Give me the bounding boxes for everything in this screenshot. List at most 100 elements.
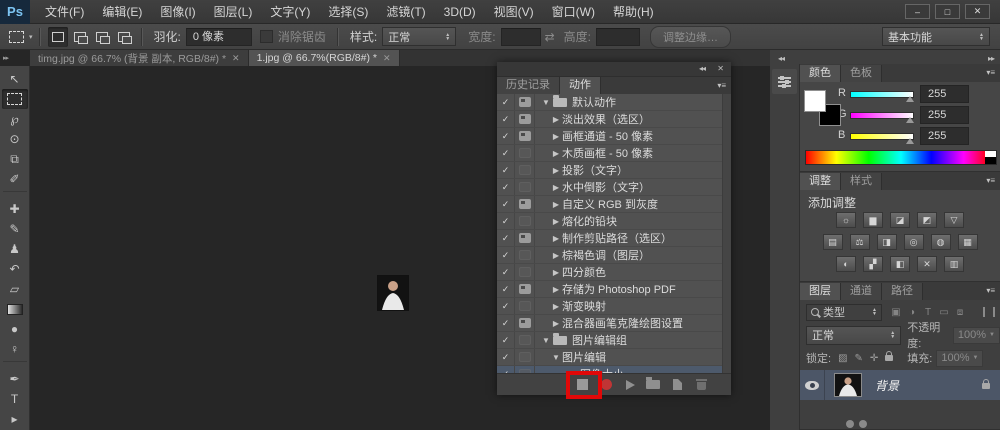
check-icon[interactable]: ✓ [497, 94, 515, 110]
path-selection-tool[interactable]: ▸ [2, 409, 28, 429]
pen-tool[interactable]: ✒ [2, 369, 28, 389]
expand-arrow-icon[interactable]: ▼ [550, 353, 562, 362]
move-tool[interactable]: ↖ [2, 69, 28, 89]
quick-selection-tool[interactable]: ⊙ [2, 129, 28, 149]
action-row-混合器画笔克隆绘图设置[interactable]: ✓ ▶ 混合器画笔克隆绘图设置 [497, 315, 731, 332]
dialog-toggle-cell[interactable] [515, 128, 535, 144]
collapse-arrow-icon[interactable]: ▶ [550, 166, 562, 175]
vibrance-icon[interactable]: ▽ [944, 212, 964, 228]
dialog-toggle-cell[interactable] [515, 230, 535, 246]
threshold-icon[interactable]: ◧ [890, 256, 910, 272]
invert-icon[interactable]: ◐ [836, 256, 856, 272]
collapse-arrow-icon[interactable]: ▶ [550, 302, 562, 311]
feather-input[interactable]: 0 像素 [185, 27, 252, 46]
action-row-图片编辑[interactable]: ✓ ▼ 图片编辑 [497, 349, 731, 366]
check-icon[interactable]: ✓ [497, 332, 515, 348]
lasso-tool[interactable]: ℘ [2, 109, 28, 129]
menu-item-10[interactable]: 窗口(W) [543, 0, 604, 24]
menu-item-3[interactable]: 图像(I) [151, 0, 204, 24]
adjust-tab-调整[interactable]: 调整 [800, 173, 841, 190]
collapse-arrow-icon[interactable]: ▶ [550, 200, 562, 209]
action-row-渐变映射[interactable]: ✓ ▶ 渐变映射 [497, 298, 731, 315]
channel-slider-G[interactable] [850, 112, 914, 119]
panel-menu-icon[interactable]: ▾≡ [717, 81, 726, 90]
action-row-木质画框 - 50 像素[interactable]: ✓ ▶ 木质画框 - 50 像素 [497, 145, 731, 162]
collapse-arrow-icon[interactable]: ▶ [550, 319, 562, 328]
check-icon[interactable]: ✓ [497, 315, 515, 331]
dialog-toggle-cell[interactable] [515, 332, 535, 348]
eyedropper-tool[interactable]: ✐ [2, 169, 28, 189]
expand-arrow-icon[interactable]: ▼ [540, 336, 552, 345]
check-icon[interactable]: ✓ [497, 145, 515, 161]
lock-all-icon[interactable] [885, 350, 894, 364]
layer-visibility-toggle[interactable] [800, 370, 825, 400]
filter-pixel-layers-icon[interactable]: ▣ [888, 307, 904, 318]
workspace-select[interactable]: 基本功能 [882, 27, 990, 46]
color-tab-颜色[interactable]: 颜色 [800, 65, 841, 82]
hue-saturation-icon[interactable]: ▤ [822, 234, 843, 250]
document-image[interactable] [377, 275, 409, 311]
tool-preset-picker[interactable]: ▾ [9, 30, 33, 43]
spot-healing-brush-tool[interactable]: ✚ [2, 199, 28, 219]
menu-item-4[interactable]: 图层(L) [205, 0, 262, 24]
channel-value-input[interactable]: 255 [920, 127, 969, 145]
channel-slider-B[interactable] [850, 133, 914, 140]
collapse-arrow-icon[interactable]: ▶ [550, 183, 562, 192]
filter-adjustment-layers-icon[interactable]: ◑ [904, 307, 920, 318]
action-row-制作剪贴路径（选区）[interactable]: ✓ ▶ 制作剪贴路径（选区） [497, 230, 731, 247]
action-row-图片编辑组[interactable]: ✓ ▼ 图片编辑组 [497, 332, 731, 349]
action-row-水中倒影（文字）[interactable]: ✓ ▶ 水中倒影（文字） [497, 179, 731, 196]
menu-item-1[interactable]: 文件(F) [36, 0, 93, 24]
dialog-toggle-cell[interactable] [515, 349, 535, 365]
filter-type-layers-icon[interactable]: T [920, 307, 936, 318]
channel-value-input[interactable]: 255 [920, 85, 969, 103]
check-icon[interactable]: ✓ [497, 230, 515, 246]
layers-tab-图层[interactable]: 图层 [800, 283, 841, 300]
black-swatch[interactable] [985, 157, 996, 164]
blur-tool[interactable]: ● [2, 319, 28, 339]
lock-position-icon[interactable]: ✛ [870, 353, 878, 364]
foreground-color-swatch[interactable] [804, 90, 826, 112]
scrollbar[interactable] [722, 94, 731, 373]
eraser-tool[interactable]: ▱ [2, 279, 28, 299]
check-icon[interactable]: ✓ [497, 264, 515, 280]
brush-tool[interactable]: ✎ [2, 219, 28, 239]
close-panel-icon[interactable]: ✕ [717, 64, 724, 73]
color-balance-icon[interactable]: ⚖ [849, 234, 870, 250]
expand-dock-icon[interactable]: ▸▸ [988, 54, 995, 63]
crop-tool[interactable]: ⧉ [2, 149, 28, 169]
dodge-tool[interactable]: ♀ [2, 339, 28, 359]
expand-arrow-icon[interactable]: ▼ [540, 98, 552, 107]
toolbar-collapse-icon[interactable]: ▸▸ [3, 54, 9, 62]
dialog-toggle-cell[interactable] [515, 264, 535, 280]
color-tab-色板[interactable]: 色板 [841, 65, 882, 82]
panel-menu-icon[interactable]: ▾≡ [986, 176, 995, 185]
delete-action-button[interactable] [693, 378, 709, 391]
collapse-arrow-icon[interactable]: ▶ [550, 268, 562, 277]
lock-image-icon[interactable]: ✎ [855, 353, 863, 364]
levels-icon[interactable]: ▆ [863, 212, 883, 228]
dialog-toggle-cell[interactable] [515, 366, 535, 373]
dialog-toggle-cell[interactable] [515, 145, 535, 161]
check-icon[interactable]: ✓ [497, 162, 515, 178]
check-icon[interactable]: ✓ [497, 196, 515, 212]
menu-item-6[interactable]: 选择(S) [319, 0, 377, 24]
check-icon[interactable]: ✓ [497, 247, 515, 263]
filter-smart-objects-icon[interactable]: ⧈ [952, 307, 968, 318]
style-select[interactable]: 正常 [382, 27, 457, 46]
dialog-toggle-cell[interactable] [515, 315, 535, 331]
collapse-dock-icon[interactable]: ◂◂ [778, 54, 785, 63]
check-icon[interactable]: ✓ [497, 213, 515, 229]
menu-item-2[interactable]: 编辑(E) [93, 0, 151, 24]
check-icon[interactable]: ✓ [497, 128, 515, 144]
layers-tab-通道[interactable]: 通道 [841, 283, 882, 300]
layer-thumbnail[interactable] [834, 373, 862, 397]
collapse-arrow-icon[interactable]: ▶ [550, 149, 562, 158]
subtract-from-selection-button[interactable] [92, 27, 112, 47]
lock-transparency-icon[interactable]: ▨ [838, 353, 847, 364]
document-tab-1[interactable]: timg.jpg @ 66.7% (背景 副本, RGB/8#) * ✕ [30, 50, 249, 66]
menu-item-9[interactable]: 视图(V) [485, 0, 543, 24]
action-row-画框通道 - 50 像素[interactable]: ✓ ▶ 画框通道 - 50 像素 [497, 128, 731, 145]
action-row-存储为 Photoshop PDF[interactable]: ✓ ▶ 存储为 Photoshop PDF [497, 281, 731, 298]
collapse-arrow-icon[interactable]: ▶ [550, 115, 562, 124]
